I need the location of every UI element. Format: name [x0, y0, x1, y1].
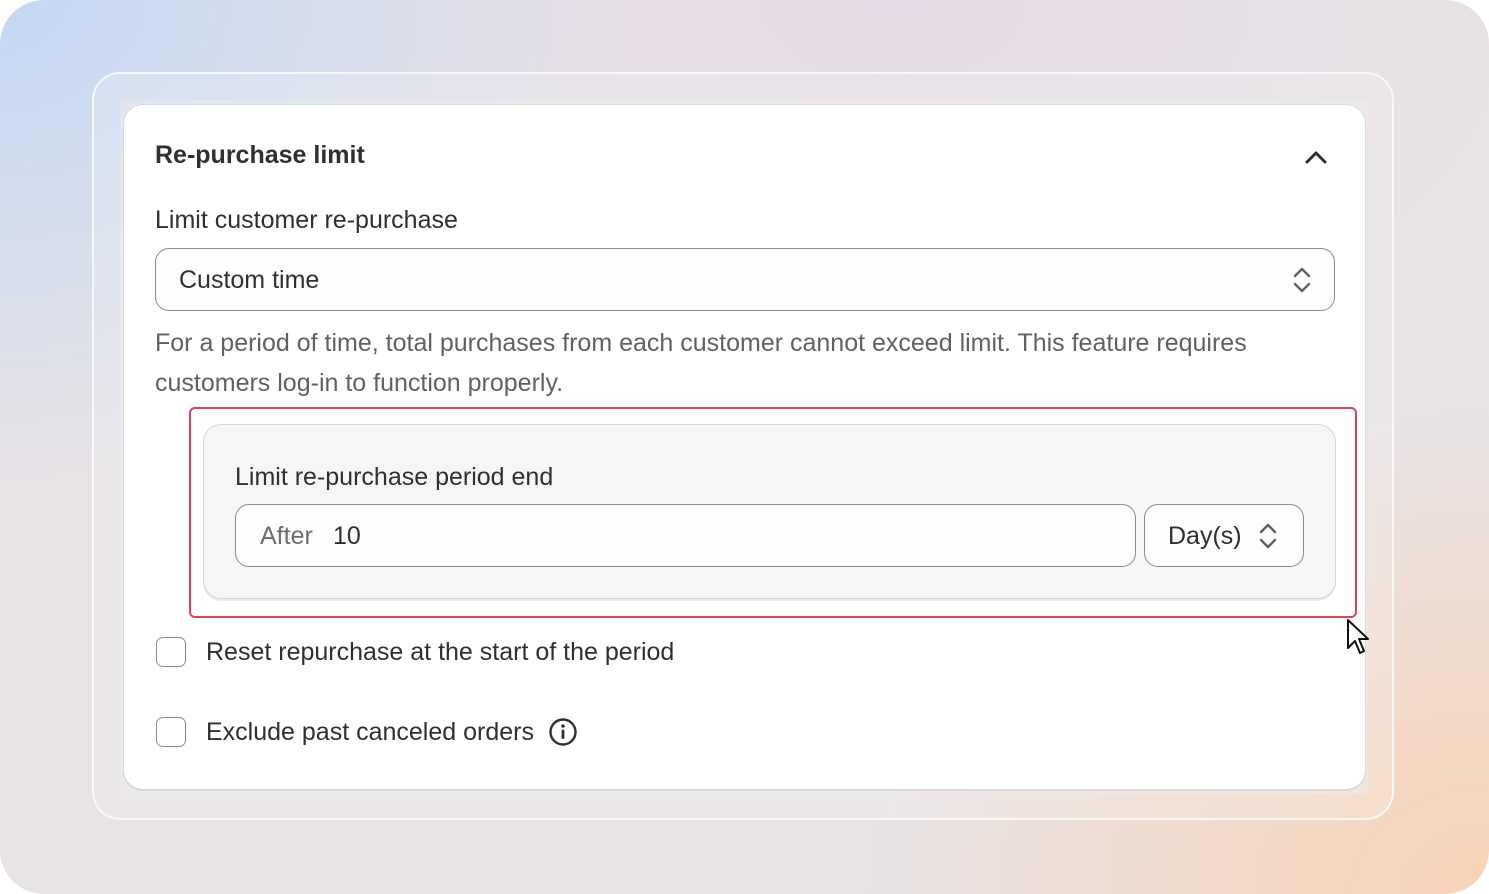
input-prefix: After [260, 522, 313, 550]
limit-type-select[interactable]: Custom time [155, 248, 1335, 311]
period-unit-value: Day(s) [1168, 522, 1242, 550]
exclude-label: Exclude past canceled orders [206, 717, 534, 746]
period-end-label: Limit re-purchase period end [235, 463, 554, 491]
limit-type-value: Custom time [179, 266, 320, 294]
reset-label: Reset repurchase at the start of the per… [206, 637, 675, 666]
exclude-option-row: Exclude past canceled orders [156, 715, 578, 749]
info-icon[interactable] [548, 717, 578, 747]
exclude-checkbox[interactable] [156, 717, 186, 747]
collapse-button[interactable] [1294, 135, 1338, 179]
period-value: 10 [333, 522, 361, 550]
period-unit-select[interactable]: Day(s) [1144, 504, 1304, 567]
repurchase-limit-card: Re-purchase limit Limit customer re-purc… [123, 104, 1366, 790]
reset-checkbox[interactable] [156, 637, 186, 667]
mouse-cursor-icon [1347, 619, 1369, 654]
limit-field-label: Limit customer re-purchase [155, 206, 458, 234]
select-chevron-icon [1293, 267, 1311, 293]
reset-option-row: Reset repurchase at the start of the per… [156, 635, 674, 669]
limit-help-text: For a period of time, total purchases fr… [155, 329, 1247, 397]
select-chevron-icon [1259, 523, 1277, 549]
period-value-input[interactable]: After 10 [235, 504, 1136, 567]
card-title: Re-purchase limit [155, 141, 365, 169]
chevron-up-icon [1305, 151, 1327, 164]
period-end-panel: Limit re-purchase period end After 10 Da… [203, 424, 1336, 599]
